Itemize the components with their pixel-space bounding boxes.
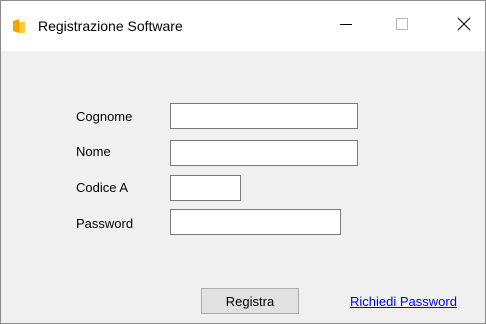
window-title: Registrazione Software [38,18,183,34]
minimize-button[interactable] [323,1,369,51]
cognome-field[interactable] [170,103,358,129]
password-field[interactable] [170,209,341,235]
close-icon [457,17,471,36]
app-window: Registrazione Software Cognome Nome Codi… [0,0,486,324]
title-bar: Registrazione Software [1,1,485,51]
maximize-button[interactable] [379,1,425,51]
codice-field[interactable] [170,175,241,201]
minimize-icon [340,17,352,35]
nome-label: Nome [76,144,111,159]
close-button[interactable] [441,1,486,51]
nome-field[interactable] [170,140,358,166]
cognome-label: Cognome [76,109,133,124]
password-label: Password [76,216,134,231]
codice-label: Codice A [76,180,129,195]
maximize-icon [396,17,408,35]
request-password-link[interactable]: Richiedi Password [350,294,457,309]
register-button[interactable]: Registra [201,288,299,314]
app-folder-icon [12,18,26,34]
